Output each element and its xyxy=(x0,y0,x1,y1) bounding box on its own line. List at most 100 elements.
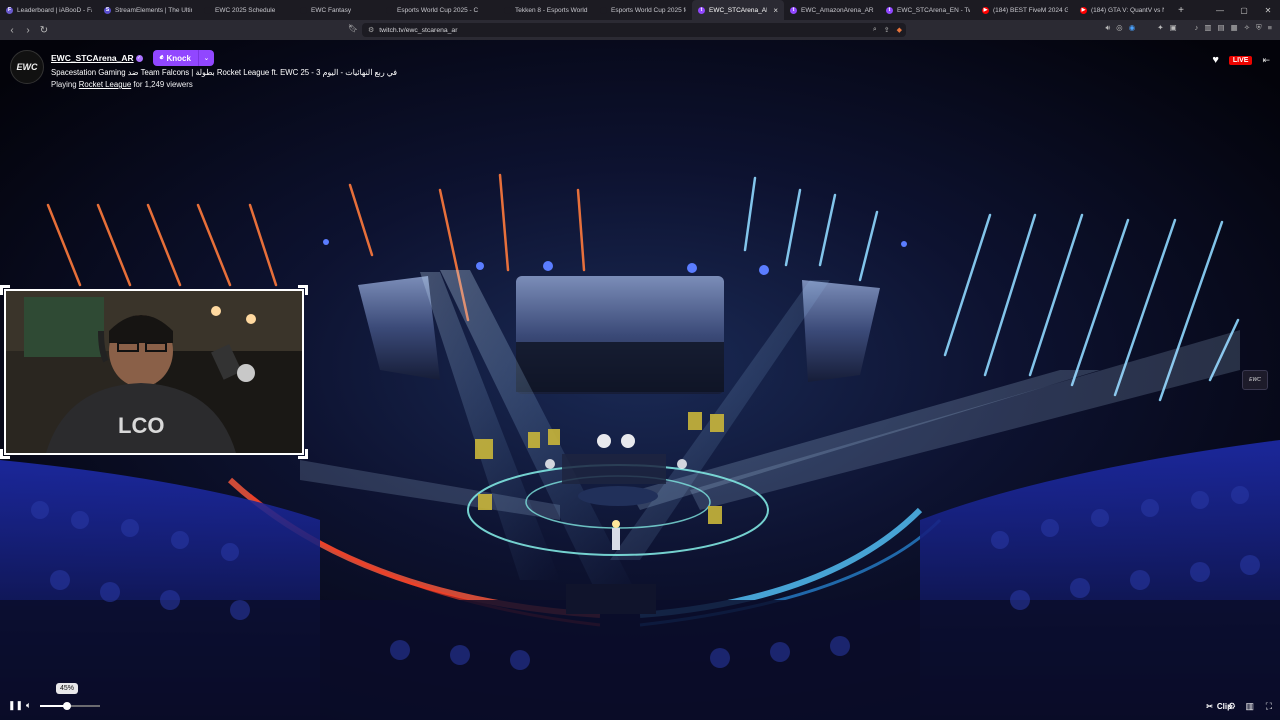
volume-icon[interactable]: 🔈︎ xyxy=(26,700,31,711)
tab-title: StreamElements | The Ultim xyxy=(115,6,192,14)
tab-favicon-icon: S xyxy=(104,6,111,14)
tab-title: (184) BEST FiveM 2024 Gra xyxy=(993,6,1068,14)
browser-tab[interactable]: t EWC_STCArena_AR × xyxy=(692,0,784,20)
knock-button[interactable]: ✊︎ Knock xyxy=(152,50,198,66)
verified-icon: ✓ xyxy=(135,54,143,62)
channel-header: EWC EWC_STCArena_AR ✓ ✊︎ Knock ⌄ Spacest… xyxy=(10,50,397,89)
tab-favicon-icon: t xyxy=(698,6,705,14)
minimize-icon[interactable]: — xyxy=(1208,6,1232,15)
reload-icon[interactable]: ↻ xyxy=(36,25,52,36)
tab-favicon-icon xyxy=(504,6,511,14)
forward-icon[interactable]: › xyxy=(20,25,36,36)
toolbar-icons: 🔊︎ ◎ ◉ ✦ ▣ ♪ ▥ ▤ ▦ ✧ ⛨ ≡ xyxy=(1105,23,1272,33)
tab-favicon-icon: F xyxy=(6,6,13,14)
browser-tab[interactable]: ▶ (184) GTA V: QuantV vs Na xyxy=(1074,0,1170,20)
tab-favicon-icon xyxy=(600,6,607,14)
url-text: twitch.tv/ewc_stcarena_ar xyxy=(379,26,458,34)
knock-icon: ✊︎ xyxy=(159,54,164,61)
tab-bar: F Leaderboard | iABooD - Fa S StreamElement… xyxy=(0,0,1280,20)
chevron-down-icon[interactable]: ⌄ xyxy=(197,50,214,66)
tab-favicon-icon: t xyxy=(790,6,797,14)
settings-icon[interactable]: ⚙︎ xyxy=(1228,701,1236,712)
tab-favicon-icon: ▶ xyxy=(982,6,989,14)
tab-title: EWC_STCArena_EN - Tw xyxy=(897,6,970,14)
shield-icon[interactable]: ⛨ xyxy=(1256,23,1262,33)
tab-favicon-icon: t xyxy=(886,6,893,14)
controller-icon[interactable]: ◎ xyxy=(1116,23,1123,33)
extensions-icon[interactable]: ✦ xyxy=(1157,23,1163,33)
tab-title: EWC Fantasy xyxy=(311,6,352,14)
tab-title: EWC 2025 Schedule xyxy=(215,6,276,14)
tab-title: Esports World Cup 2025 fo xyxy=(611,6,686,14)
tab-manager-icon[interactable]: ▤ xyxy=(1218,23,1225,33)
side-channel-badge[interactable]: EWC xyxy=(1242,370,1268,390)
address-bar[interactable]: ⚙︎ twitch.tv/ewc_stcarena_ar ⌕ ⇪ ◆ xyxy=(362,23,906,37)
wallet-icon[interactable]: ▦ xyxy=(1231,23,1238,33)
site-info-icon[interactable]: ⚙︎ xyxy=(368,26,374,34)
browser-tab[interactable]: ▶ (184) BEST FiveM 2024 Gra xyxy=(976,0,1074,20)
volume-tooltip: 45% xyxy=(56,683,79,694)
browser-tab[interactable]: t EWC_STCArena_EN - Tw xyxy=(880,0,976,20)
menu-icon[interactable]: ≡ xyxy=(1268,23,1272,33)
channel-name-link[interactable]: EWC_STCArena_AR xyxy=(51,53,134,63)
music-icon[interactable]: ♪ xyxy=(1195,23,1199,33)
browser-tab[interactable]: t EWC_AmazonArena_AR xyxy=(784,0,880,20)
share-icon[interactable]: ⇪ xyxy=(884,26,890,34)
avatar[interactable]: EWC xyxy=(10,50,44,84)
tab-title: EWC_STCArena_AR xyxy=(709,6,768,14)
tab-title: Tekken 8 - Esports World C xyxy=(515,6,588,14)
screenshot-icon[interactable]: ▣ xyxy=(1170,23,1177,33)
sparkle-icon[interactable]: ✧ xyxy=(1244,23,1250,33)
browser-tab[interactable]: F Leaderboard | iABooD - Fa xyxy=(0,0,98,20)
tab-title: EWC_AmazonArena_AR xyxy=(801,6,874,14)
tab-title: (184) GTA V: QuantV vs Na xyxy=(1091,6,1164,14)
stream-title: Spacestation Gaming ضد Team Falcons | بط… xyxy=(51,68,397,77)
close-window-icon[interactable]: ✕ xyxy=(1256,6,1280,15)
tab-favicon-icon xyxy=(204,6,211,14)
theatre-icon[interactable]: ▥ xyxy=(1245,701,1254,712)
back-icon[interactable]: ‹ xyxy=(4,25,20,36)
clip-icon: ✂︎ xyxy=(1206,701,1213,711)
player-top-right: ♥ LIVE ⇤ xyxy=(1212,54,1270,66)
volume-slider[interactable] xyxy=(40,702,100,710)
vpn-icon[interactable]: ◉ xyxy=(1129,23,1136,33)
viewer-count: for 1,249 viewers xyxy=(133,80,193,89)
extension-icon[interactable]: ◆ xyxy=(897,26,902,34)
webcam-frame-corner xyxy=(298,449,308,459)
playing-prefix: Playing xyxy=(51,80,77,89)
webcam-frame-corner xyxy=(298,285,308,295)
heart-icon[interactable]: ♥ xyxy=(1212,54,1219,66)
player-controls: ❚❚ 🔈︎ 45% ✂︎ Clip ⚙︎ ▥ ⛶ xyxy=(0,683,1280,720)
new-tab-button[interactable]: + xyxy=(1172,5,1190,16)
game-link[interactable]: Rocket League xyxy=(79,80,131,89)
window-controls: — ▢ ✕ xyxy=(1208,0,1280,20)
browser-tab[interactable]: Tekken 8 - Esports World C xyxy=(498,0,594,20)
pause-icon[interactable]: ❚❚ xyxy=(8,700,23,711)
browser-tab[interactable]: EWC 2025 Schedule xyxy=(198,0,294,20)
collapse-icon[interactable]: ⇤ xyxy=(1262,55,1270,66)
browser-tab[interactable]: S StreamElements | The Ultim xyxy=(98,0,198,20)
browser-tab[interactable]: EWC Fantasy xyxy=(294,0,380,20)
tab-favicon-icon xyxy=(300,6,307,14)
volume-slider-handle[interactable] xyxy=(63,702,71,710)
video-player[interactable]: EWC EWC_STCArena_AR ✓ ✊︎ Knock ⌄ Spacest… xyxy=(0,40,1280,720)
bookmark-icon[interactable]: 🔖︎ xyxy=(348,24,358,33)
browser-tab[interactable]: Esports World Cup 2025 fo xyxy=(594,0,692,20)
browser-tab[interactable]: Esports World Cup 2025 - C xyxy=(380,0,498,20)
close-tab-icon[interactable]: × xyxy=(773,6,778,15)
live-badge: LIVE xyxy=(1228,55,1253,65)
playing-line: Playing Rocket League for 1,249 viewers xyxy=(51,80,397,89)
webcam-feed: LCO xyxy=(6,291,302,453)
svg-text:LCO: LCO xyxy=(118,413,164,438)
fullscreen-icon[interactable]: ⛶ xyxy=(1266,701,1272,712)
sound-icon[interactable]: 🔊︎ xyxy=(1105,23,1110,33)
tab-favicon-icon: ▶ xyxy=(1080,6,1087,14)
webcam-frame-corner xyxy=(0,285,10,295)
webcam-frame-corner xyxy=(0,449,10,459)
maximize-icon[interactable]: ▢ xyxy=(1232,6,1256,15)
tab-title: Leaderboard | iABooD - Fa xyxy=(17,6,92,14)
nav-bar: ‹ › ↻ 🔖︎ ⚙︎ twitch.tv/ewc_stcarena_ar ⌕ … xyxy=(0,20,1280,40)
knock-label: Knock xyxy=(166,53,191,63)
zoom-icon[interactable]: ⌕ xyxy=(873,26,877,34)
sidebar-icon[interactable]: ▥ xyxy=(1204,23,1211,33)
